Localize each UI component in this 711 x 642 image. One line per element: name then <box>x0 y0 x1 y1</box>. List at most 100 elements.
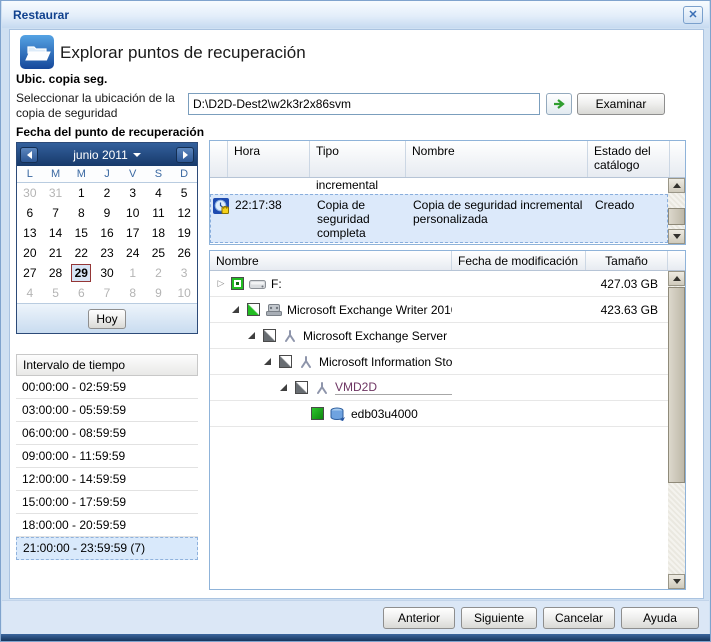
calendar-day-selected[interactable]: 29 <box>68 264 94 282</box>
tree-row[interactable]: edb03u4000 <box>210 401 668 427</box>
table-row-selected[interactable]: 22:17:38 Copia de seguridad completa Cop… <box>210 194 668 243</box>
tree-checkbox-half-gray[interactable] <box>263 329 276 342</box>
calendar-day[interactable]: 19 <box>171 226 197 240</box>
close-button[interactable]: ✕ <box>683 6 703 24</box>
icon-column-header[interactable] <box>210 141 228 177</box>
calendar-day[interactable]: 4 <box>146 186 172 200</box>
help-button[interactable]: Ayuda <box>621 607 699 629</box>
column-header-hora[interactable]: Hora <box>228 141 310 177</box>
tree-scrollbar[interactable] <box>668 271 685 589</box>
calendar-day[interactable]: 13 <box>17 226 43 240</box>
table-scrollbar[interactable] <box>668 178 685 244</box>
expand-icon[interactable]: ▷ <box>216 278 226 289</box>
tree-checkbox-half-green[interactable] <box>247 303 260 316</box>
today-button[interactable]: Hoy <box>88 309 126 329</box>
calendar-day[interactable]: 6 <box>17 206 43 220</box>
calendar-day[interactable]: 17 <box>120 226 146 240</box>
tree-row[interactable]: Microsoft Information Store <box>210 349 668 375</box>
time-interval-item[interactable]: 18:00:00 - 20:59:59 <box>16 514 198 537</box>
tree-row[interactable]: VMD2D <box>210 375 668 401</box>
calendar-day[interactable]: 1 <box>120 266 146 280</box>
column-header-tipo[interactable]: Tipo <box>310 141 406 177</box>
calendar-day[interactable]: 23 <box>94 246 120 260</box>
calendar-day[interactable]: 31 <box>43 186 69 200</box>
calendar-day[interactable]: 30 <box>94 266 120 280</box>
go-button[interactable] <box>546 93 572 115</box>
calendar-day[interactable]: 14 <box>43 226 69 240</box>
backup-path-input[interactable] <box>188 93 540 115</box>
column-header-tamano[interactable]: Tamaño <box>586 251 668 270</box>
time-interval-item[interactable]: 03:00:00 - 05:59:59 <box>16 399 198 422</box>
calendar-day[interactable]: 2 <box>146 266 172 280</box>
calendar-day[interactable]: 6 <box>68 286 94 300</box>
calendar-day[interactable]: 25 <box>146 246 172 260</box>
calendar-day[interactable]: 7 <box>94 286 120 300</box>
scroll-up-button[interactable] <box>668 271 685 286</box>
cancel-button[interactable]: Cancelar <box>543 607 615 629</box>
time-interval-item[interactable]: 12:00:00 - 14:59:59 <box>16 468 198 491</box>
tree-checkbox-half-gray[interactable] <box>279 355 292 368</box>
tree-label[interactable]: Microsoft Exchange Server <box>303 329 447 343</box>
collapse-icon[interactable] <box>280 384 287 391</box>
tree-checkbox-partial-green[interactable] <box>231 277 244 290</box>
next-button[interactable]: Siguiente <box>461 607 537 629</box>
calendar-day[interactable]: 28 <box>43 266 69 280</box>
calendar-day[interactable]: 30 <box>17 186 43 200</box>
scrollbar-thumb[interactable] <box>668 287 685 483</box>
time-interval-item[interactable]: 15:00:00 - 17:59:59 <box>16 491 198 514</box>
column-header-fecha[interactable]: Fecha de modificación <box>452 251 586 270</box>
calendar-day[interactable]: 18 <box>146 226 172 240</box>
previous-button[interactable]: Anterior <box>383 607 455 629</box>
tree-label[interactable]: VMD2D <box>335 380 452 395</box>
calendar-month-dropdown[interactable]: junio 2011 <box>38 148 176 162</box>
tree-label[interactable]: edb03u4000 <box>351 407 418 421</box>
calendar-day[interactable]: 16 <box>94 226 120 240</box>
calendar-next-button[interactable] <box>176 147 194 163</box>
calendar-day[interactable]: 4 <box>17 286 43 300</box>
collapse-icon[interactable] <box>264 358 271 365</box>
tree-label[interactable]: Microsoft Exchange Writer 2010 <box>287 303 452 317</box>
column-header-nombre[interactable]: Nombre <box>406 141 588 177</box>
calendar-day[interactable]: 15 <box>68 226 94 240</box>
calendar-day[interactable]: 9 <box>94 206 120 220</box>
calendar-day[interactable]: 1 <box>68 186 94 200</box>
calendar-day[interactable]: 10 <box>120 206 146 220</box>
collapse-icon[interactable] <box>248 332 255 339</box>
calendar-day[interactable]: 10 <box>171 286 197 300</box>
calendar-day[interactable]: 24 <box>120 246 146 260</box>
calendar-day[interactable]: 22 <box>68 246 94 260</box>
collapse-icon[interactable] <box>232 306 239 313</box>
tree-row[interactable]: Microsoft Exchange Writer 2010423.63 GB <box>210 297 668 323</box>
time-interval-item-selected[interactable]: 21:00:00 - 23:59:59 (7) <box>16 537 198 560</box>
scroll-down-button[interactable] <box>668 574 685 589</box>
calendar-day[interactable]: 21 <box>43 246 69 260</box>
time-interval-item[interactable]: 06:00:00 - 08:59:59 <box>16 422 198 445</box>
tree-row[interactable]: ▷F:427.03 GB <box>210 271 668 297</box>
tree-label[interactable]: Microsoft Information Store <box>319 355 452 369</box>
tree-checkbox-checked[interactable] <box>311 407 324 420</box>
calendar-day[interactable]: 7 <box>43 206 69 220</box>
calendar-day[interactable]: 20 <box>17 246 43 260</box>
calendar-prev-button[interactable] <box>20 147 38 163</box>
scroll-down-button[interactable] <box>668 229 685 244</box>
calendar-day[interactable]: 9 <box>146 286 172 300</box>
calendar-day[interactable]: 2 <box>94 186 120 200</box>
scrollbar-thumb[interactable] <box>668 208 685 225</box>
calendar-day[interactable]: 5 <box>43 286 69 300</box>
calendar-day[interactable]: 5 <box>171 186 197 200</box>
calendar-day[interactable]: 11 <box>146 206 172 220</box>
column-header-nombre[interactable]: Nombre <box>210 251 452 270</box>
calendar-day[interactable]: 3 <box>120 186 146 200</box>
time-interval-item[interactable]: 09:00:00 - 11:59:59 <box>16 445 198 468</box>
calendar-day[interactable]: 12 <box>171 206 197 220</box>
table-row-partial[interactable]: incremental <box>210 178 668 194</box>
calendar-day[interactable]: 3 <box>171 266 197 280</box>
calendar-day[interactable]: 27 <box>17 266 43 280</box>
column-header-estado[interactable]: Estado del catálogo <box>588 141 670 177</box>
calendar-day[interactable]: 26 <box>171 246 197 260</box>
calendar-day[interactable]: 8 <box>68 206 94 220</box>
browse-button[interactable]: Examinar <box>577 93 665 115</box>
tree-checkbox-half-gray[interactable] <box>295 381 308 394</box>
time-interval-item[interactable]: 00:00:00 - 02:59:59 <box>16 376 198 399</box>
tree-label[interactable]: F: <box>271 277 282 291</box>
